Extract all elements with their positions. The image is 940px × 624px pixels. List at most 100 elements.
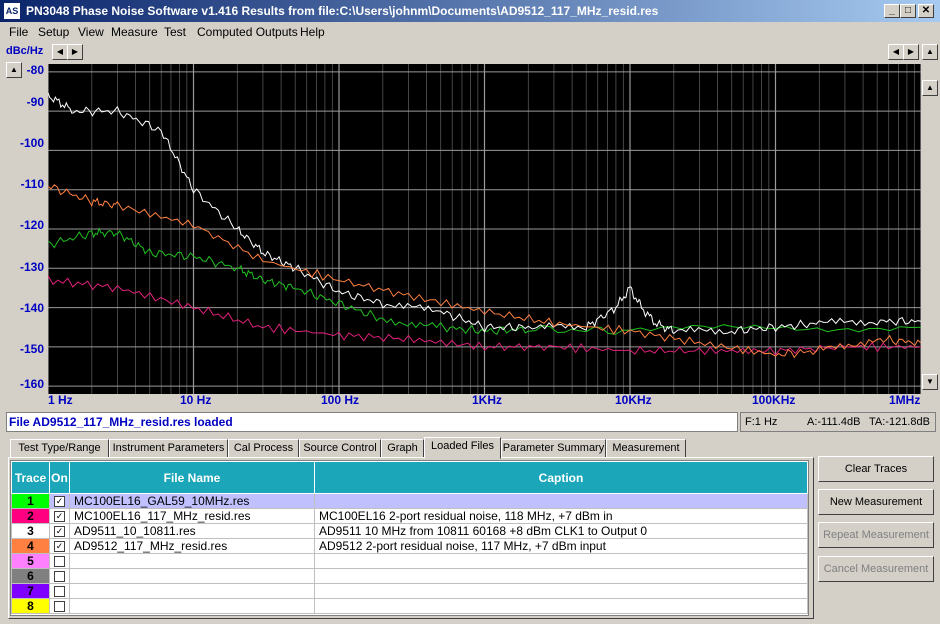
col-header-file-name[interactable]: File Name bbox=[69, 461, 315, 494]
trace-number[interactable]: 6 bbox=[11, 568, 50, 584]
table-row[interactable]: 8 bbox=[11, 598, 808, 614]
caption-cell[interactable] bbox=[314, 583, 808, 599]
tab-instrument-parameters[interactable]: Instrument Parameters bbox=[109, 439, 228, 458]
menu-measure[interactable]: Measure bbox=[111, 25, 158, 39]
trace-number[interactable]: 8 bbox=[11, 598, 50, 614]
caption-cell[interactable] bbox=[314, 568, 808, 584]
status-bar: File AD9512_117_MHz_resid.res loaded bbox=[6, 412, 738, 432]
checkbox-icon[interactable]: ✓ bbox=[54, 511, 65, 523]
trace-on-checkbox[interactable]: ✓ bbox=[49, 493, 70, 509]
title-bar: AS PN3048 Phase Noise Software v1.416 Re… bbox=[0, 0, 940, 22]
col-header-on[interactable]: On bbox=[49, 461, 70, 494]
y-tick-label: -110 bbox=[20, 177, 44, 191]
app-icon: AS bbox=[4, 3, 20, 19]
scroll-right-icon[interactable]: ▶ bbox=[67, 44, 83, 60]
table-row[interactable]: 6 bbox=[11, 568, 808, 584]
menu-computed-outputs[interactable]: Computed Outputs bbox=[197, 25, 298, 39]
checkbox-icon[interactable] bbox=[54, 571, 65, 583]
col-header-caption[interactable]: Caption bbox=[314, 461, 808, 494]
phase-noise-plot[interactable] bbox=[48, 64, 921, 394]
tab-graph[interactable]: Graph bbox=[381, 439, 424, 458]
checkbox-icon[interactable] bbox=[54, 586, 65, 598]
loaded-files-table: Trace On File Name Caption 1 ✓ MC100EL16_G… bbox=[10, 460, 809, 616]
trace-on-checkbox[interactable] bbox=[49, 568, 70, 584]
clear-traces-button[interactable]: Clear Traces bbox=[818, 456, 934, 482]
trace-on-checkbox[interactable]: ✓ bbox=[49, 538, 70, 554]
v-scroll-up2-icon[interactable]: ▲ bbox=[922, 80, 938, 96]
minimize-icon[interactable]: _ bbox=[884, 4, 900, 18]
file-name-cell[interactable]: AD9512_117_MHz_resid.res bbox=[69, 538, 315, 554]
v-scroll-up-icon[interactable]: ▲ bbox=[922, 44, 938, 60]
maximize-icon[interactable]: □ bbox=[900, 4, 916, 18]
table-row[interactable]: 3 ✓ AD9511_10_10811.res AD9511 10 MHz from … bbox=[11, 523, 808, 539]
menu-setup[interactable]: Setup bbox=[38, 25, 69, 39]
tab-test-type-range[interactable]: Test Type/Range bbox=[10, 439, 109, 458]
file-name-cell[interactable] bbox=[69, 568, 315, 584]
checkbox-icon[interactable] bbox=[54, 556, 65, 568]
y-tick-label: -120 bbox=[19, 218, 44, 232]
cancel-measurement-button[interactable]: Cancel Measurement bbox=[818, 556, 934, 582]
checkbox-icon[interactable]: ✓ bbox=[54, 541, 65, 553]
v-scroll-down-icon[interactable]: ▼ bbox=[922, 374, 938, 390]
col-header-trace[interactable]: Trace bbox=[11, 461, 50, 494]
y-tick-label: -130 bbox=[19, 260, 44, 274]
caption-cell[interactable] bbox=[314, 598, 808, 614]
ta-readout: TA:-121.8dB bbox=[869, 416, 930, 428]
tab-cal-process[interactable]: Cal Process bbox=[228, 439, 299, 458]
x-tick-label: 10KHz bbox=[615, 393, 652, 407]
file-name-cell[interactable] bbox=[69, 598, 315, 614]
checkbox-icon[interactable] bbox=[54, 601, 65, 613]
caption-cell[interactable] bbox=[314, 553, 808, 569]
caption-cell[interactable] bbox=[314, 493, 808, 509]
x-tick-label: 1KHz bbox=[472, 393, 503, 407]
file-name-cell[interactable]: MC100EL16_GAL59_10MHz.res bbox=[69, 493, 315, 509]
x-tick-label: 100 Hz bbox=[321, 393, 360, 407]
caption-cell[interactable]: AD9511 10 MHz from 10811 60168 +8 dBm CL… bbox=[314, 523, 808, 539]
tab-loaded-files[interactable]: Loaded Files bbox=[424, 437, 501, 459]
trace-on-checkbox[interactable]: ✓ bbox=[49, 523, 70, 539]
menu-test[interactable]: Test bbox=[164, 25, 186, 39]
file-name-cell[interactable]: MC100EL16_117_MHz_resid.res bbox=[69, 508, 315, 524]
trace-on-checkbox[interactable]: ✓ bbox=[49, 508, 70, 524]
close-icon[interactable]: ✕ bbox=[918, 4, 934, 18]
menu-file[interactable]: File bbox=[9, 25, 28, 39]
file-name-cell[interactable] bbox=[69, 553, 315, 569]
y-tick-label: -100 bbox=[19, 136, 44, 150]
trace-number[interactable]: 3 bbox=[11, 523, 50, 539]
caption-cell[interactable]: AD9512 2-port residual noise, 117 MHz, +… bbox=[314, 538, 808, 554]
trace-on-checkbox[interactable] bbox=[49, 583, 70, 599]
trace-number[interactable]: 5 bbox=[11, 553, 50, 569]
table-row[interactable]: 7 bbox=[11, 583, 808, 599]
table-row[interactable]: 1 ✓ MC100EL16_GAL59_10MHz.res bbox=[11, 493, 808, 509]
new-measurement-button[interactable]: New Measurement bbox=[818, 489, 934, 515]
table-row[interactable]: 2 ✓ MC100EL16_117_MHz_resid.res MC100EL16 2… bbox=[11, 508, 808, 524]
y-tick-label: -140 bbox=[19, 301, 44, 315]
status-message: File AD9512_117_MHz_resid.res loaded bbox=[9, 415, 233, 429]
table-row[interactable]: 4 ✓ AD9512_117_MHz_resid.res AD9512 2-port … bbox=[11, 538, 808, 554]
trace-number[interactable]: 4 bbox=[11, 538, 50, 554]
x-scroll-left-icon[interactable]: ◀ bbox=[888, 44, 904, 60]
checkbox-icon[interactable]: ✓ bbox=[54, 526, 65, 538]
tab-measurement[interactable]: Measurement bbox=[606, 439, 686, 458]
trace-number[interactable]: 7 bbox=[11, 583, 50, 599]
file-name-cell[interactable]: AD9511_10_10811.res bbox=[69, 523, 315, 539]
caption-cell[interactable]: MC100EL16 2-port residual noise, 118 MHz… bbox=[314, 508, 808, 524]
window-title: PN3048 Phase Noise Software v1.416 Resul… bbox=[26, 4, 659, 18]
a-readout: A:-111.4dB bbox=[807, 416, 861, 428]
x-scroll-right-icon[interactable]: ▶ bbox=[903, 44, 919, 60]
table-row[interactable]: 5 bbox=[11, 553, 808, 569]
trace-on-checkbox[interactable] bbox=[49, 598, 70, 614]
trace-on-checkbox[interactable] bbox=[49, 553, 70, 569]
y-unit-label: dBc/Hz bbox=[6, 45, 44, 57]
x-tick-label: 100KHz bbox=[752, 393, 796, 407]
trace-number[interactable]: 1 bbox=[11, 493, 50, 509]
menu-view[interactable]: View bbox=[78, 25, 104, 39]
scroll-left-icon[interactable]: ◀ bbox=[52, 44, 68, 60]
trace-number[interactable]: 2 bbox=[11, 508, 50, 524]
file-name-cell[interactable] bbox=[69, 583, 315, 599]
menu-help[interactable]: Help bbox=[300, 25, 325, 39]
tab-source-control[interactable]: Source Control bbox=[299, 439, 381, 458]
checkbox-icon[interactable]: ✓ bbox=[54, 496, 65, 508]
tab-parameter-summary[interactable]: Parameter Summary bbox=[501, 439, 606, 458]
repeat-measurement-button[interactable]: Repeat Measurement bbox=[818, 522, 934, 548]
